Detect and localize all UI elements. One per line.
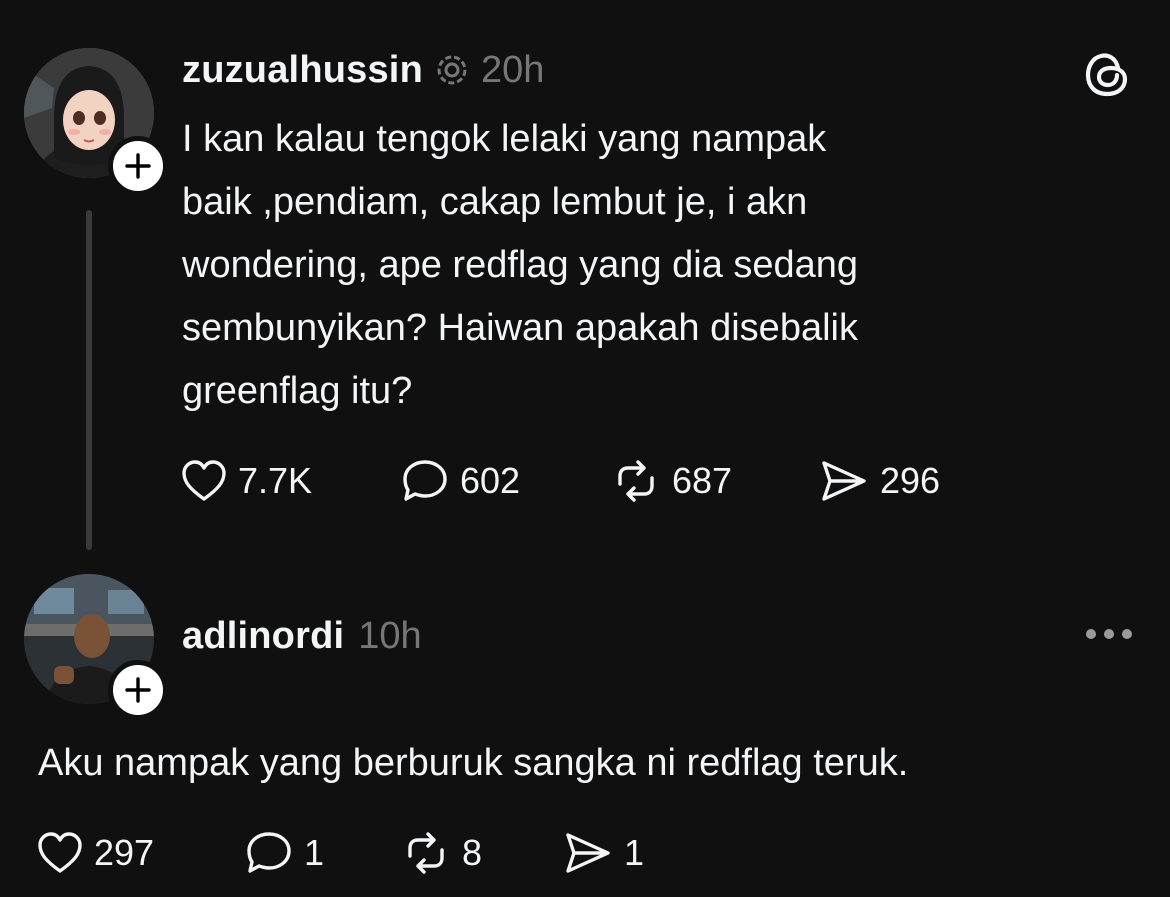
repost-icon: [618, 460, 654, 502]
reply-repost-button[interactable]: 8: [400, 830, 482, 876]
reply-reply-button[interactable]: 1: [244, 830, 324, 876]
speech-bubble-icon: [403, 460, 447, 501]
post-timestamp[interactable]: 20h: [481, 49, 544, 92]
reply-like-button[interactable]: 297: [36, 830, 154, 876]
post-reply-count: 602: [460, 460, 521, 501]
thread-line: [86, 210, 92, 550]
threads-logo-icon[interactable]: [1082, 48, 1132, 105]
post-body: I kan kalau tengok lelaki yang nampak ba…: [182, 108, 1062, 423]
post-text-line: baik ,pendiam, cakap lembut je, i akn: [182, 181, 808, 223]
more-dots-icon[interactable]: [1086, 629, 1132, 639]
follow-post-author-button[interactable]: [108, 136, 168, 196]
reply-reply-count: 1: [304, 832, 325, 873]
post-text-line: greenflag itu?: [182, 370, 413, 412]
follow-reply-author-button[interactable]: [108, 660, 168, 720]
post-repost-count: 687: [672, 460, 733, 501]
plus-icon: [125, 153, 151, 179]
heart-icon: [182, 460, 226, 501]
post-username[interactable]: zuzualhussin: [182, 49, 423, 92]
post-like-button[interactable]: 7.7K: [180, 458, 312, 504]
post-text-line: I kan kalau tengok lelaki yang nampak: [182, 118, 827, 160]
send-icon: [566, 833, 610, 873]
post-text-line: wondering, ape redflag yang dia sedang: [182, 244, 859, 286]
reply-share-count: 1: [624, 832, 645, 873]
reply-share-button[interactable]: 1: [562, 830, 644, 876]
verified-ring-icon: [435, 53, 469, 87]
post-text-line: sembunyikan? Haiwan apakah disebalik: [182, 307, 858, 349]
reply-username[interactable]: adlinordi: [182, 615, 344, 658]
post-like-count: 7.7K: [238, 460, 313, 501]
reply-timestamp[interactable]: 10h: [358, 615, 421, 658]
plus-icon: [125, 677, 151, 703]
send-icon: [822, 461, 866, 501]
reply-like-count: 297: [94, 832, 155, 873]
post-repost-button[interactable]: 687: [610, 458, 732, 504]
repost-icon: [408, 832, 444, 874]
post-share-button[interactable]: 296: [818, 458, 940, 504]
heart-icon: [38, 832, 82, 873]
reply-text: Aku nampak yang berburuk sangka ni redfl…: [38, 742, 909, 784]
reply-repost-count: 8: [462, 832, 483, 873]
speech-bubble-icon: [247, 832, 291, 873]
post-reply-button[interactable]: 602: [400, 458, 520, 504]
post-share-count: 296: [880, 460, 941, 501]
